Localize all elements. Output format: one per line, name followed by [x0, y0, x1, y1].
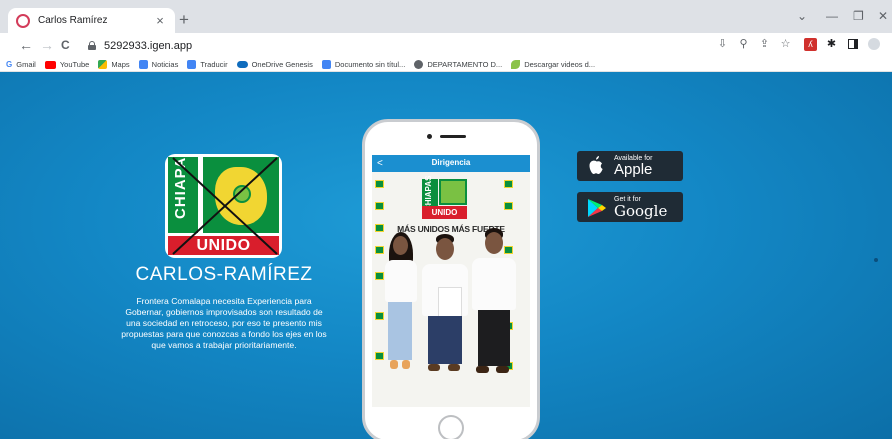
apple-icon	[589, 156, 603, 174]
globe-icon	[414, 60, 424, 69]
person-shoe	[402, 360, 410, 369]
bookmark-noticias[interactable]: Noticias	[138, 60, 179, 69]
apple-store-button[interactable]: Available for Apple	[577, 151, 683, 181]
cross-out-icon	[172, 157, 278, 255]
browser-tab[interactable]: Carlos Ramírez ×	[8, 8, 175, 33]
google-badge-big: Google	[614, 202, 668, 220]
backdrop-logo-icon	[504, 202, 513, 210]
person-pants	[388, 302, 412, 360]
app-title: Dirigencia	[431, 158, 471, 167]
page-content: CHIAPAS UNIDO CARLOS-RAMÍREZ Frontera Co…	[0, 72, 892, 439]
person-head	[436, 238, 454, 260]
app-header: < Dirigencia	[372, 155, 530, 172]
backdrop-logo-icon	[375, 246, 384, 254]
apple-badge-big: Apple	[614, 161, 653, 178]
photo-logo-map-icon	[439, 179, 467, 205]
star-icon[interactable]: ☆	[779, 38, 792, 51]
forward-button[interactable]: →	[40, 37, 54, 53]
browser-toolbar: ← → C 5292933.igen.app ⇩ ⚲ ⇪ ☆ ʎ ✱	[0, 33, 892, 58]
camera-icon	[427, 134, 432, 139]
profile-icon[interactable]	[867, 38, 880, 51]
phone-mockup: < Dirigencia CHIAPAS UNIDO MÁS UNIDOS MÁ…	[362, 119, 540, 439]
cloud-icon	[236, 61, 248, 68]
bookmark-label: Descargar videos d...	[524, 60, 596, 69]
back-button[interactable]: ←	[19, 37, 33, 53]
candidate-name: CARLOS-RAMÍREZ	[135, 264, 313, 285]
tab-title: Carlos Ramírez	[38, 15, 108, 26]
address-bar[interactable]: 5292933.igen.app	[82, 35, 702, 56]
bookmark-label: Gmail	[16, 60, 36, 69]
bookmark-label: YouTube	[59, 60, 90, 69]
bookmark-label: Noticias	[151, 60, 179, 69]
bookmark-departamento[interactable]: DEPARTAMENTO D...	[414, 60, 502, 69]
backdrop-logo-icon	[504, 246, 513, 254]
bookmark-documento[interactable]: Documento sin títul...	[321, 60, 406, 69]
tab-search-icon[interactable]: ⌄	[797, 9, 807, 23]
backdrop-logo-icon	[375, 312, 384, 320]
youtube-icon	[44, 60, 56, 69]
bookmark-traducir[interactable]: Traducir	[187, 60, 228, 69]
chiapas-unido-logo: CHIAPAS UNIDO	[165, 154, 282, 258]
bookmark-label: DEPARTAMENTO D...	[427, 60, 503, 69]
bookmark-label: OneDrive Genesis	[251, 60, 313, 69]
minimize-button[interactable]: —	[826, 9, 838, 23]
person-pants	[428, 316, 462, 364]
maximize-button[interactable]: ❐	[853, 9, 864, 23]
url-text[interactable]: 5292933.igen.app	[104, 40, 192, 52]
site-favicon-icon	[16, 13, 30, 28]
docs-icon	[321, 60, 331, 69]
person-shoe	[448, 364, 460, 371]
person-pants	[478, 310, 510, 366]
backdrop-logo-icon	[504, 180, 513, 188]
person-shirt	[385, 260, 417, 302]
zoom-icon[interactable]: ⚲	[737, 38, 750, 51]
download-leaf-icon	[511, 60, 521, 69]
phone-screen: < Dirigencia CHIAPAS UNIDO MÁS UNIDOS MÁ…	[372, 155, 530, 407]
bookmark-onedrive[interactable]: OneDrive Genesis	[236, 60, 313, 69]
backdrop-logo-icon	[375, 352, 384, 360]
person-head	[485, 232, 503, 254]
maps-icon	[98, 60, 108, 69]
bookmark-youtube[interactable]: YouTube	[44, 60, 90, 69]
person-shoe	[476, 366, 489, 373]
bookmarks-bar: G Gmail YouTube Maps Noticias Traducir O…	[0, 58, 892, 72]
bookmark-descargar[interactable]: Descargar videos d...	[511, 60, 595, 69]
person-shoe	[428, 364, 440, 371]
document-icon	[438, 287, 462, 317]
gmail-icon: G	[6, 60, 13, 69]
new-tab-button[interactable]: +	[179, 10, 189, 30]
google-play-icon	[588, 199, 606, 217]
bookmark-gmail[interactable]: G Gmail	[6, 60, 36, 69]
close-window-button[interactable]: ✕	[878, 9, 888, 23]
lock-icon	[88, 41, 96, 50]
tab-close-button[interactable]: ×	[153, 13, 167, 28]
candidate-description: Frontera Comalapa necesita Experiencia p…	[121, 296, 327, 350]
person-shoe	[390, 360, 398, 369]
translate-icon	[187, 60, 197, 69]
bookmark-label: Maps	[111, 60, 130, 69]
person-head	[393, 236, 408, 255]
page-dot	[874, 258, 878, 262]
news-icon	[138, 60, 148, 69]
bookmark-label: Traducir	[200, 60, 228, 69]
google-play-button[interactable]: Get it for Google	[577, 192, 683, 222]
pdf-extension-icon[interactable]: ʎ	[804, 38, 817, 51]
person-shirt	[472, 258, 516, 310]
tab-strip: Carlos Ramírez × + ⌄ — ❐ ✕	[0, 0, 892, 33]
backdrop-logo-icon	[375, 272, 384, 280]
share-icon[interactable]: ⇪	[758, 38, 771, 51]
backdrop-logo-icon	[375, 180, 384, 188]
bookmark-label: Documento sin títul...	[334, 60, 406, 69]
backdrop-logo-icon	[375, 202, 384, 210]
speaker-icon	[440, 135, 466, 138]
install-icon[interactable]: ⇩	[716, 38, 729, 51]
photo-logo-bottom: UNIDO	[422, 206, 467, 219]
extensions-icon[interactable]: ✱	[825, 38, 838, 51]
sidepanel-icon[interactable]	[846, 38, 859, 51]
home-button[interactable]	[438, 415, 464, 439]
person-shoe	[496, 366, 509, 373]
bookmark-maps[interactable]: Maps	[98, 60, 130, 69]
team-photo: CHIAPAS UNIDO MÁS UNIDOS MÁS FUERTE	[372, 172, 530, 407]
reload-button[interactable]: C	[61, 37, 70, 53]
